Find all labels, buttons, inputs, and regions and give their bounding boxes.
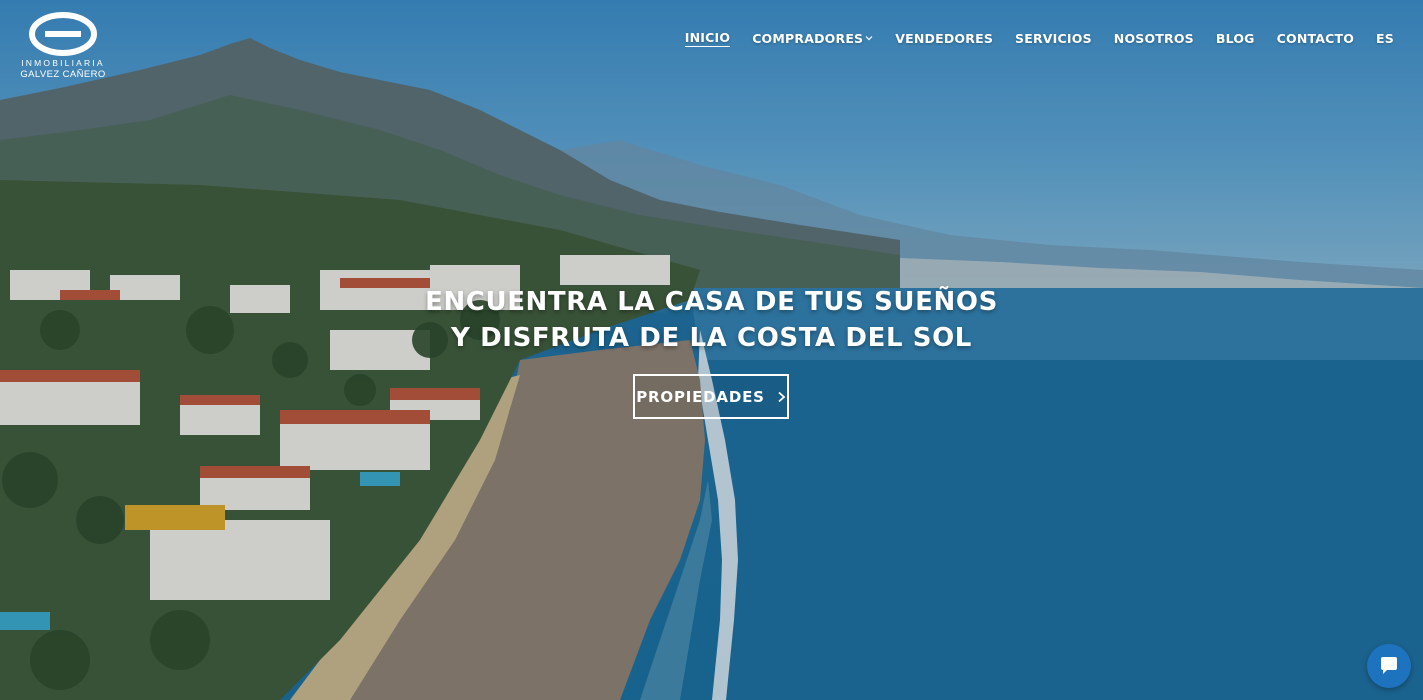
nav-item-inicio[interactable]: INICIO [674, 28, 741, 48]
brand-logo[interactable]: INMOBILIARIA GALVEZ CAÑERO [18, 12, 108, 80]
gc-logo-icon [29, 12, 97, 56]
nav-item-label: NOSOTROS [1113, 30, 1194, 46]
main-nav: INICIO COMPRADORES VENDEDORES SERVICIOS … [674, 28, 1405, 48]
brand-line1: INMOBILIARIA [21, 58, 105, 68]
chat-widget-button[interactable] [1367, 644, 1411, 688]
nav-item-blog[interactable]: BLOG [1205, 28, 1266, 48]
chevron-right-icon [778, 391, 786, 402]
nav-item-label: VENDEDORES [895, 30, 994, 46]
hero-headline-line2: Y DISFRUTA DE LA COSTA DEL SOL [451, 323, 972, 353]
nav-item-label: COMPRADORES [752, 30, 864, 46]
nav-item-label: BLOG [1215, 30, 1255, 46]
brand-line2: GALVEZ CAÑERO [20, 69, 106, 80]
nav-item-label: INICIO [684, 29, 731, 47]
nav-item-label: CONTACTO [1276, 30, 1355, 46]
hero-headline: ENCUENTRA LA CASA DE TUS SUEÑOS Y DISFRU… [0, 284, 1423, 356]
nav-item-label: ES [1376, 30, 1394, 46]
propiedades-button[interactable]: PROPIEDADES [633, 374, 789, 419]
propiedades-button-label: PROPIEDADES [636, 387, 765, 406]
language-switcher[interactable]: ES [1365, 28, 1405, 48]
nav-item-vendedores[interactable]: VENDEDORES [884, 28, 1004, 48]
hero-headline-line1: ENCUENTRA LA CASA DE TUS SUEÑOS [425, 287, 998, 317]
nav-item-nosotros[interactable]: NOSOTROS [1103, 28, 1205, 48]
nav-item-contacto[interactable]: CONTACTO [1266, 28, 1365, 48]
chat-bubble-icon [1381, 657, 1397, 674]
nav-item-compradores[interactable]: COMPRADORES [741, 28, 884, 48]
nav-item-servicios[interactable]: SERVICIOS [1004, 28, 1103, 48]
chevron-down-icon [865, 36, 873, 41]
hero-section: INMOBILIARIA GALVEZ CAÑERO INICIO COMPRA… [0, 0, 1423, 700]
nav-item-label: SERVICIOS [1015, 30, 1092, 46]
